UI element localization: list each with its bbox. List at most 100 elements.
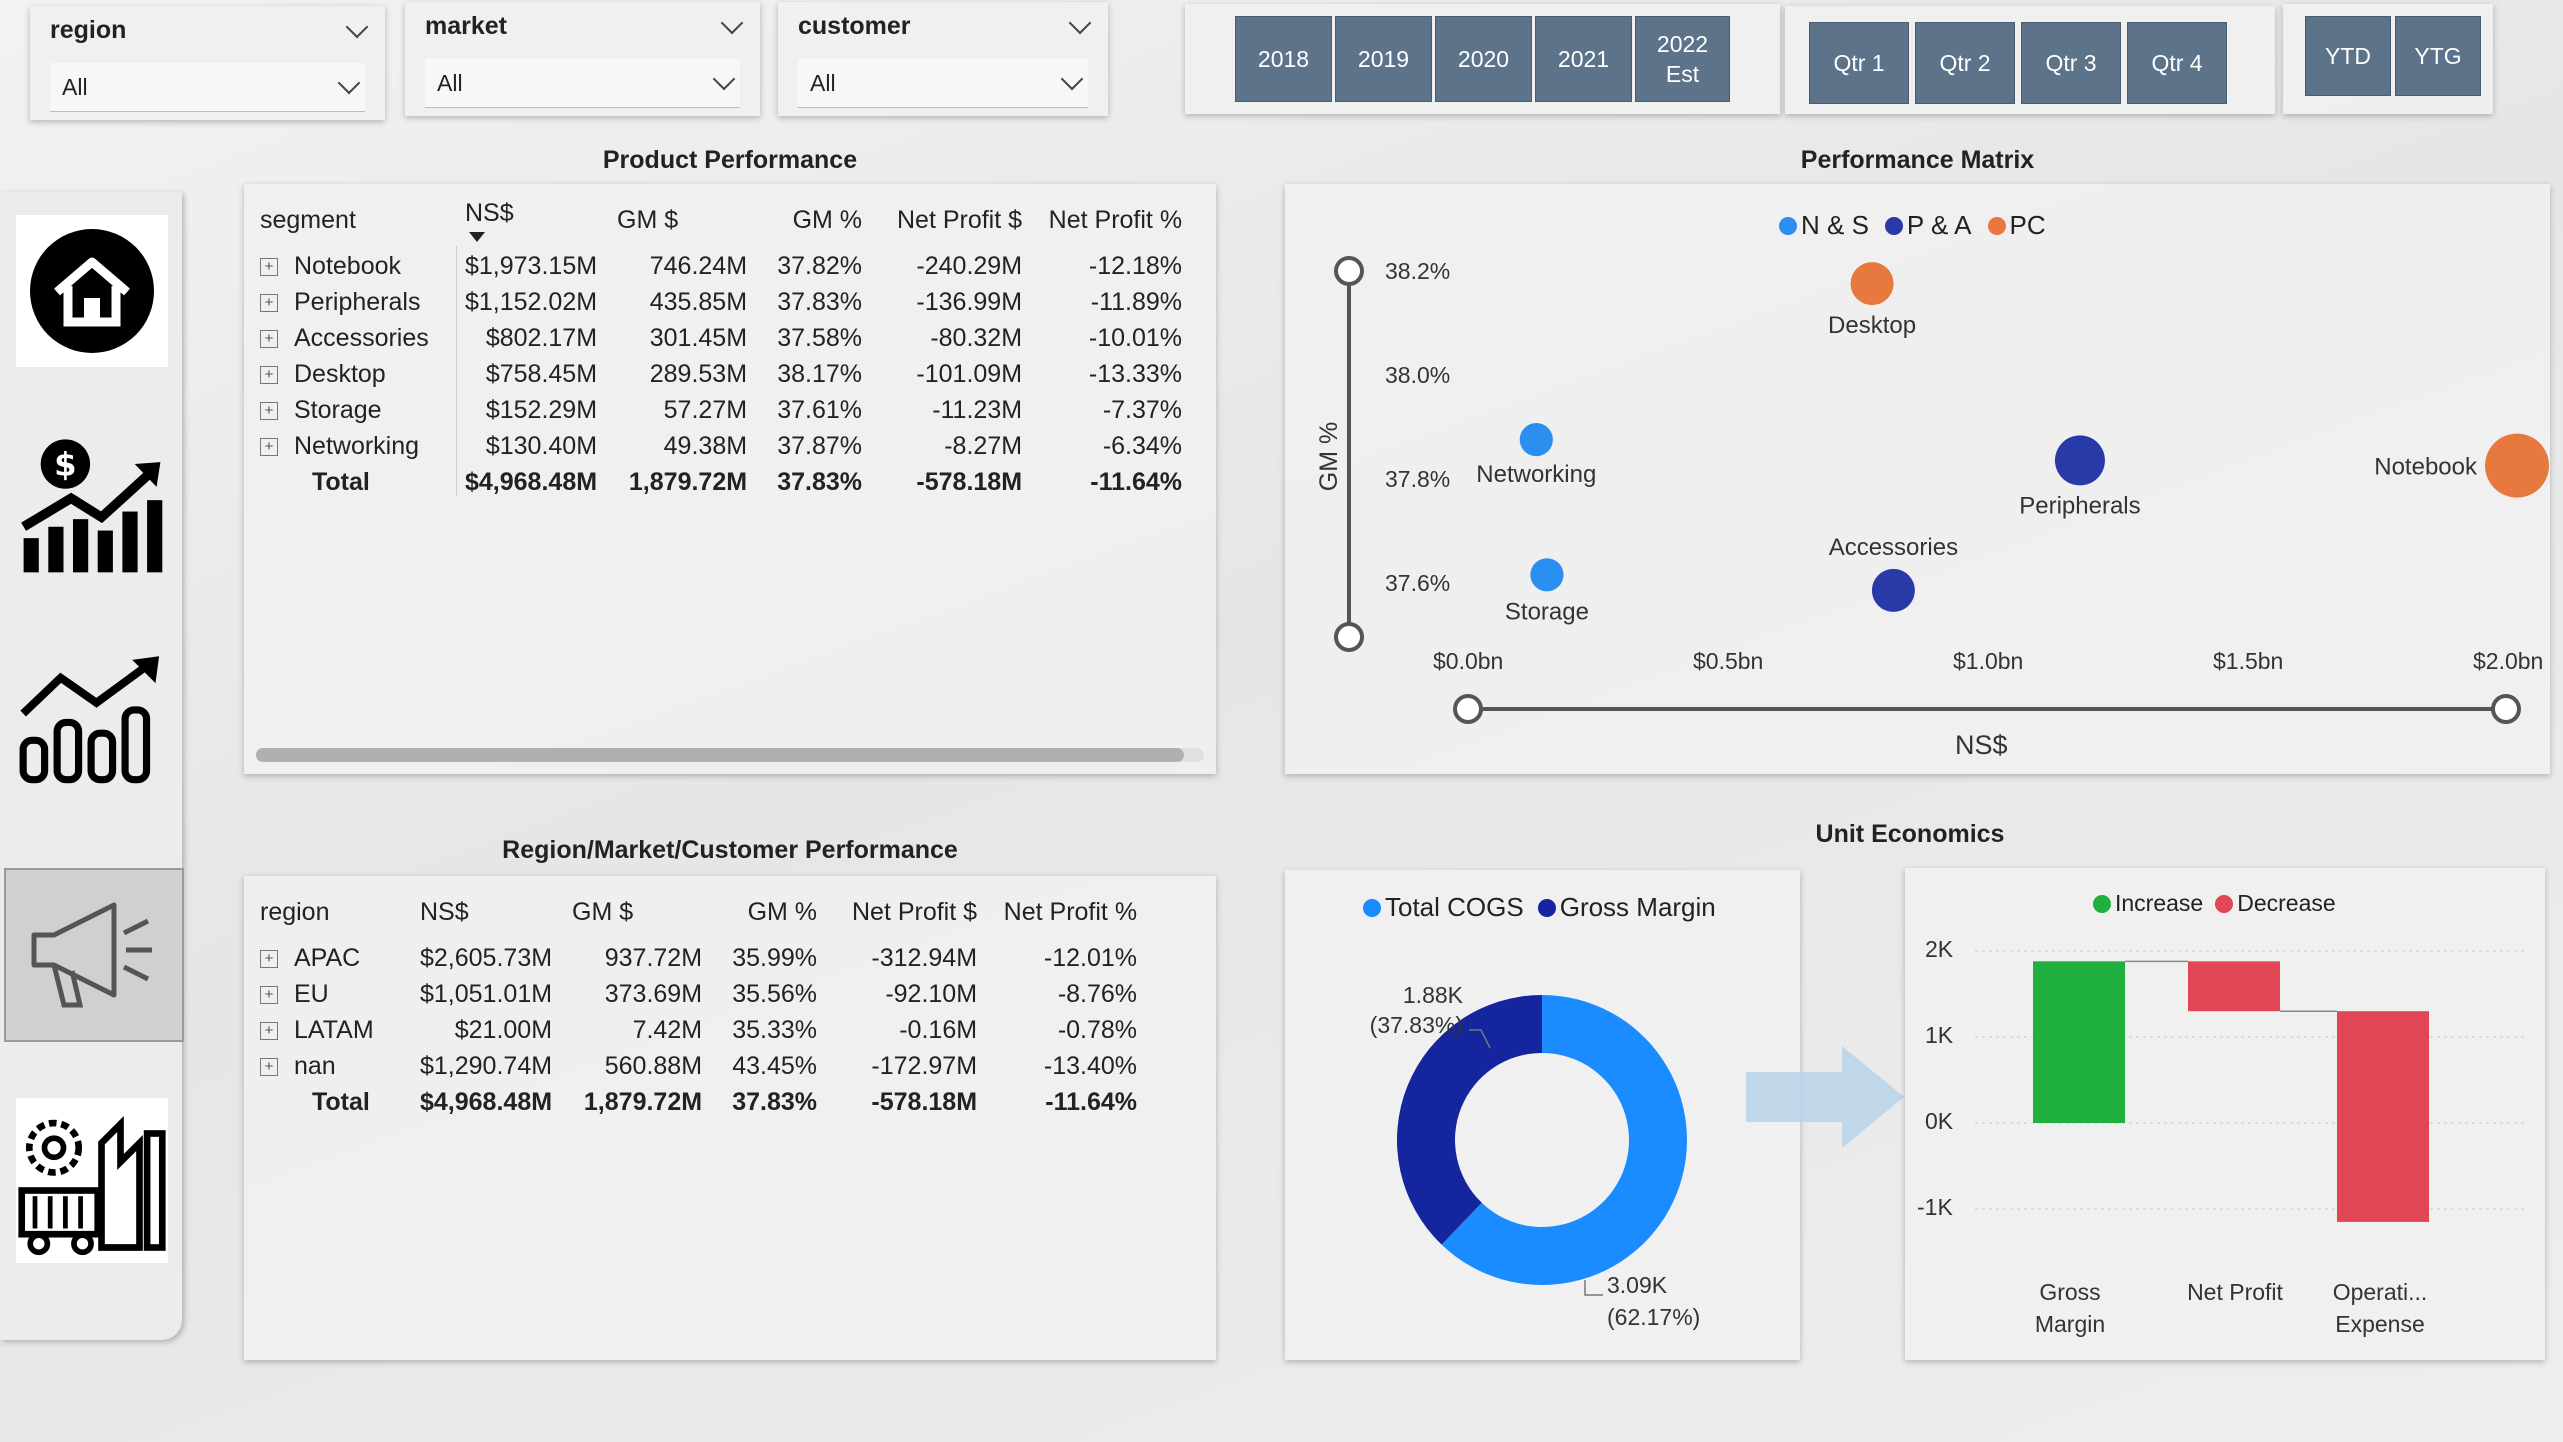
year-2021-button[interactable]: 2021 — [1535, 16, 1632, 102]
expand-icon[interactable]: + — [260, 1021, 278, 1040]
region-performance-title: Region/Market/Customer Performance — [502, 836, 958, 864]
scatter-point-notebook[interactable] — [2485, 433, 2550, 498]
scatter-label-storage: Storage — [1505, 598, 1589, 625]
table-row: + APAC $2,605.73M 937.72M 35.99% -312.94M -12… — [250, 940, 1147, 976]
supply-chain-icon[interactable] — [16, 1098, 168, 1263]
chevron-down-icon[interactable] — [345, 15, 369, 38]
col-segment[interactable]: segment — [250, 192, 455, 248]
expand-icon[interactable]: + — [260, 329, 278, 348]
qtr2-button[interactable]: Qtr 2 — [1915, 22, 2015, 104]
scatter-label-notebook: Notebook — [2374, 454, 2478, 481]
chevron-down-icon — [1060, 67, 1084, 91]
table-row: + Peripherals $1,152.02M 435.85M 37.83% -136… — [250, 284, 1192, 320]
ytg-button[interactable]: YTG — [2395, 16, 2481, 96]
donut-card: Total COGS Gross Margin 1.88K (37.83%) 3… — [1285, 870, 1800, 1360]
product-performance-header: Product Performance — [244, 128, 1216, 176]
quarter-slicer: Qtr 1 Qtr 2 Qtr 3 Qtr 4 — [1785, 6, 2275, 114]
scatter-plot: Notebook Peripherals Accessories Desktop Sto… — [1476, 262, 2550, 625]
table-row: + LATAM $21.00M 7.42M 35.33% -0.16M -0.78% — [250, 1012, 1147, 1048]
table-row: + Storage $152.29M 57.27M 37.61% -11.23M -7.3… — [250, 392, 1192, 428]
expand-icon[interactable]: + — [260, 257, 278, 276]
scatter-label-accessories: Accessories — [1829, 534, 1958, 561]
expand-icon[interactable]: + — [260, 1057, 278, 1076]
qtr1-button[interactable]: Qtr 1 — [1809, 22, 1909, 104]
growth-chart-icon[interactable] — [16, 640, 168, 795]
region-slicer-label: region — [50, 16, 127, 44]
col-ns[interactable]: NS$ — [410, 884, 562, 940]
gm-pct-label: (37.83%) — [1369, 1012, 1463, 1038]
scatter-point-desktop[interactable] — [1850, 262, 1894, 306]
region-dropdown-value: All — [62, 73, 88, 100]
waterfall-bar-net-profit[interactable] — [2188, 961, 2280, 1012]
scatter-point-networking[interactable] — [1519, 423, 1553, 457]
market-slicer: market All — [405, 2, 760, 116]
table-row: + Accessories $802.17M 301.45M 37.58% -80.32… — [250, 320, 1192, 356]
market-dropdown[interactable]: All — [425, 59, 740, 108]
column-divider — [456, 246, 457, 496]
waterfall-card: Increase Decrease 2K 1K 0K -1K Gross Mar… — [1905, 868, 2545, 1360]
col-gm[interactable]: GM $ — [562, 884, 712, 940]
customer-slicer-label: customer — [798, 12, 911, 40]
horizontal-scrollbar-track[interactable] — [256, 748, 1204, 762]
chevron-down-icon — [712, 67, 736, 91]
waterfall-bar-operating-expense[interactable] — [2337, 1011, 2429, 1222]
col-net-profit-pct[interactable]: Net Profit % — [1032, 192, 1192, 248]
region-dropdown[interactable]: All — [50, 63, 365, 112]
horizontal-scrollbar-thumb[interactable] — [256, 748, 1184, 762]
customer-dropdown-value: All — [810, 69, 836, 96]
col-net-profit-pct[interactable]: Net Profit % — [987, 884, 1147, 940]
region-performance-header: Region/Market/Customer Performance — [244, 818, 1216, 874]
scatter-point-peripherals[interactable] — [2054, 435, 2105, 486]
col-gm[interactable]: GM $ — [607, 192, 757, 248]
market-slicer-label: market — [425, 12, 507, 40]
year-2022-est-button[interactable]: 2022 Est — [1635, 16, 1730, 102]
expand-icon[interactable]: + — [260, 949, 278, 968]
col-net-profit[interactable]: Net Profit $ — [827, 884, 987, 940]
donut-chart — [1397, 995, 1687, 1296]
x-tick: Operati... Expense — [2332, 1279, 2428, 1337]
scatter-point-accessories[interactable] — [1871, 568, 1915, 612]
performance-matrix-title: Performance Matrix — [1800, 146, 2035, 174]
year-2020-button[interactable]: 2020 — [1435, 16, 1532, 102]
market-dropdown-value: All — [437, 69, 463, 96]
gm-data-label: 1.88K — [1402, 982, 1463, 1008]
year-slicer: 2018 2019 2020 2021 2022 Est — [1185, 4, 1780, 114]
scatter-label-peripherals: Peripherals — [2019, 492, 2140, 519]
scatter-point-storage[interactable] — [1530, 558, 1564, 592]
qtr3-button[interactable]: Qtr 3 — [2021, 22, 2121, 104]
table-row: + Networking $130.40M 49.38M 37.87% -8.27M -6… — [250, 428, 1192, 464]
expand-icon[interactable]: + — [260, 293, 278, 312]
chevron-down-icon[interactable] — [1068, 11, 1092, 34]
qtr4-button[interactable]: Qtr 4 — [2127, 22, 2227, 104]
marketing-megaphone-icon[interactable] — [4, 868, 184, 1042]
svg-text:$: $ — [54, 445, 76, 483]
sort-desc-icon — [469, 231, 485, 242]
region-performance-matrix: region NS$ GM $ GM % Net Profit $ Net Pr… — [244, 876, 1216, 1360]
customer-dropdown[interactable]: All — [798, 59, 1088, 108]
expand-icon[interactable]: + — [260, 985, 278, 1004]
x-tick: Gross Margin — [2034, 1279, 2106, 1337]
waterfall-bar-gross-margin[interactable] — [2033, 961, 2125, 1123]
ytd-button[interactable]: YTD — [2305, 16, 2391, 96]
expand-icon[interactable]: + — [260, 437, 278, 456]
x-tick: Net Profit — [2187, 1279, 2283, 1305]
finance-icon[interactable]: $ — [16, 425, 168, 580]
expand-icon[interactable]: + — [260, 401, 278, 420]
year-2019-button[interactable]: 2019 — [1335, 16, 1432, 102]
customer-slicer: customer All — [778, 2, 1108, 116]
scatter-label-desktop: Desktop — [1828, 312, 1916, 339]
col-ns[interactable]: NS$ — [455, 192, 607, 248]
col-gm-pct[interactable]: GM % — [757, 192, 872, 248]
cogs-leader-line — [1584, 1280, 1603, 1296]
year-2018-button[interactable]: 2018 — [1235, 16, 1332, 102]
cogs-data-label: 3.09K — [1607, 1272, 1668, 1298]
product-performance-title: Product Performance — [602, 146, 858, 174]
col-gm-pct[interactable]: GM % — [712, 884, 827, 940]
home-icon[interactable] — [16, 215, 168, 367]
col-net-profit[interactable]: Net Profit $ — [872, 192, 1032, 248]
table-row: + Notebook $1,973.15M 746.24M 37.82% -240.29… — [250, 248, 1192, 284]
chevron-down-icon[interactable] — [720, 11, 744, 34]
table-row: + nan $1,290.74M 560.88M 43.45% -172.97M -13.… — [250, 1048, 1147, 1084]
expand-icon[interactable]: + — [260, 365, 278, 384]
col-region[interactable]: region — [250, 884, 410, 940]
